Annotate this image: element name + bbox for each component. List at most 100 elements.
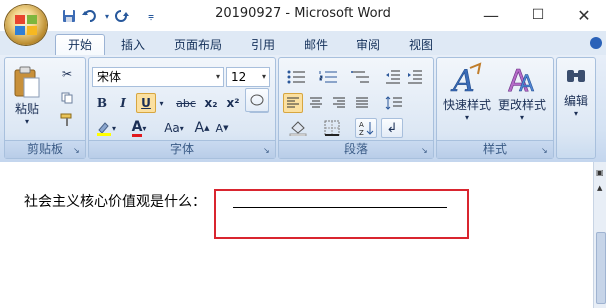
align-right-icon	[333, 97, 345, 108]
highlight-dropdown-icon: ▾	[111, 123, 116, 133]
align-left-icon	[287, 97, 299, 108]
change-case-dropdown-icon: ▾	[179, 123, 184, 133]
change-case-button[interactable]: Aa ▾	[159, 118, 189, 138]
underline-button[interactable]: U	[136, 93, 156, 113]
justify-button[interactable]	[352, 93, 372, 113]
font-color-button[interactable]: A ▾	[125, 118, 153, 138]
font-name-dropdown-icon[interactable]: ▾	[216, 68, 220, 86]
ribbon: 粘贴 ▾ ✂ 剪贴板 ↘ 宋体 ▾ 12 ▾ B I U ▾ abc x₂ x²…	[0, 55, 606, 163]
bold-button[interactable]: B	[93, 93, 111, 113]
borders-icon	[324, 120, 340, 136]
superscript-button[interactable]: x²	[223, 93, 243, 113]
paste-button[interactable]: 粘贴 ▾	[8, 61, 46, 131]
tab-references[interactable]: 引用	[243, 35, 283, 55]
maximize-button[interactable]: ☐	[515, 2, 561, 28]
svg-text:A: A	[359, 121, 364, 129]
tab-review[interactable]: 审阅	[348, 35, 388, 55]
font-size-combo[interactable]: 12 ▾	[226, 67, 270, 87]
sort-icon: AZ	[359, 121, 374, 136]
tab-mailings[interactable]: 邮件	[296, 35, 336, 55]
underline-dropdown-icon[interactable]: ▾	[157, 93, 166, 113]
align-center-button[interactable]	[306, 93, 326, 113]
sort-button[interactable]: AZ	[355, 118, 377, 138]
title-bar: 20190927 - Microsoft Word ▾ ⩦ — ☐ ✕	[0, 0, 606, 31]
annotation-highlight-box	[214, 189, 469, 239]
line-spacing-button[interactable]	[379, 93, 409, 113]
multilevel-list-icon	[351, 71, 369, 83]
show-marks-button[interactable]: ↲	[381, 118, 403, 138]
tab-page-layout[interactable]: 页面布局	[166, 35, 230, 55]
shading-button[interactable]	[283, 118, 313, 138]
change-case-label: Aa	[164, 121, 180, 135]
paragraph-group-label: 段落	[279, 140, 433, 158]
clipboard-launcher-icon[interactable]: ↘	[73, 146, 82, 155]
multilevel-list-button[interactable]	[346, 67, 376, 87]
align-right-button[interactable]	[329, 93, 349, 113]
ruler-toggle-icon[interactable]: ▣	[596, 168, 605, 178]
quick-styles-dropdown-icon: ▾	[464, 113, 469, 122]
copy-icon[interactable]	[57, 88, 77, 108]
styles-group-label: 样式	[437, 140, 553, 158]
minimize-button[interactable]: —	[468, 2, 514, 28]
quick-styles-button[interactable]: A 快速样式 ▾	[440, 61, 494, 135]
font-size-dropdown-icon[interactable]: ▾	[262, 68, 266, 86]
shrink-font-button[interactable]: A ▼	[213, 118, 231, 138]
close-button[interactable]: ✕	[561, 2, 606, 28]
italic-button[interactable]: I	[114, 93, 132, 113]
vertical-scrollbar[interactable]: ▣ ▲	[593, 162, 606, 308]
editing-label: 编辑	[563, 94, 588, 108]
strikethrough-button[interactable]: abc	[173, 93, 199, 113]
phonetic-guide-icon[interactable]	[245, 88, 269, 112]
decrease-indent-icon[interactable]	[383, 67, 403, 87]
paragraph-launcher-icon[interactable]: ↘	[421, 146, 430, 155]
cut-icon[interactable]: ✂	[57, 64, 77, 84]
grow-font-label: A	[194, 120, 205, 136]
highlight-color-button[interactable]: ▾	[92, 118, 120, 138]
styles-launcher-icon[interactable]: ↘	[541, 146, 550, 155]
font-color-dropdown-icon: ▾	[142, 123, 147, 133]
subscript-button[interactable]: x₂	[201, 93, 221, 113]
shading-icon	[289, 121, 307, 136]
scroll-thumb[interactable]	[596, 232, 606, 304]
numbering-button[interactable]	[314, 67, 344, 87]
align-center-icon	[310, 97, 322, 108]
bullets-icon	[287, 70, 305, 84]
paste-label: 粘贴	[14, 102, 39, 116]
svg-text:A: A	[450, 64, 475, 96]
tab-home[interactable]: 开始	[55, 34, 105, 56]
redo-icon[interactable]	[113, 7, 131, 25]
grow-font-button[interactable]: A ▲	[193, 118, 211, 138]
tab-insert[interactable]: 插入	[112, 35, 154, 55]
paragraph-group: AZ ↲ 段落 ↘	[278, 57, 434, 159]
format-painter-icon[interactable]	[57, 110, 77, 130]
help-icon[interactable]	[590, 37, 602, 49]
svg-text:A: A	[519, 72, 534, 96]
highlighter-icon	[96, 122, 111, 136]
bullets-button[interactable]	[282, 67, 312, 87]
question-text: 社会主义核心价值观是什么：	[24, 194, 206, 210]
quick-styles-icon: A	[450, 62, 482, 96]
tab-view[interactable]: 视图	[401, 35, 441, 55]
editing-button[interactable]: 编辑 ▾	[558, 61, 594, 135]
editing-group: 编辑 ▾	[556, 57, 596, 159]
clipboard-icon	[14, 66, 40, 98]
styles-group: A 快速样式 ▾ A A 更改样式 ▾ 样式 ↘	[436, 57, 554, 159]
font-launcher-icon[interactable]: ↘	[263, 146, 272, 155]
increase-indent-icon[interactable]	[405, 67, 425, 87]
svg-text:Z: Z	[359, 129, 364, 136]
line-spacing-icon	[385, 96, 402, 110]
change-styles-button[interactable]: A A 更改样式 ▾	[495, 61, 549, 135]
font-name-combo[interactable]: 宋体 ▾	[92, 67, 224, 87]
borders-button[interactable]	[317, 118, 347, 138]
undo-icon[interactable]	[81, 7, 99, 25]
align-left-button[interactable]	[283, 93, 303, 113]
font-size-value: 12	[231, 70, 247, 84]
change-styles-icon: A A	[508, 64, 535, 96]
save-icon[interactable]	[60, 7, 78, 25]
binoculars-icon	[567, 70, 585, 82]
office-button[interactable]	[5, 5, 47, 45]
customize-icon[interactable]: ⩦	[142, 7, 160, 25]
font-color-letter: A	[131, 118, 143, 137]
scroll-up-icon[interactable]: ▲	[597, 184, 604, 192]
change-styles-label: 更改样式	[497, 98, 546, 112]
